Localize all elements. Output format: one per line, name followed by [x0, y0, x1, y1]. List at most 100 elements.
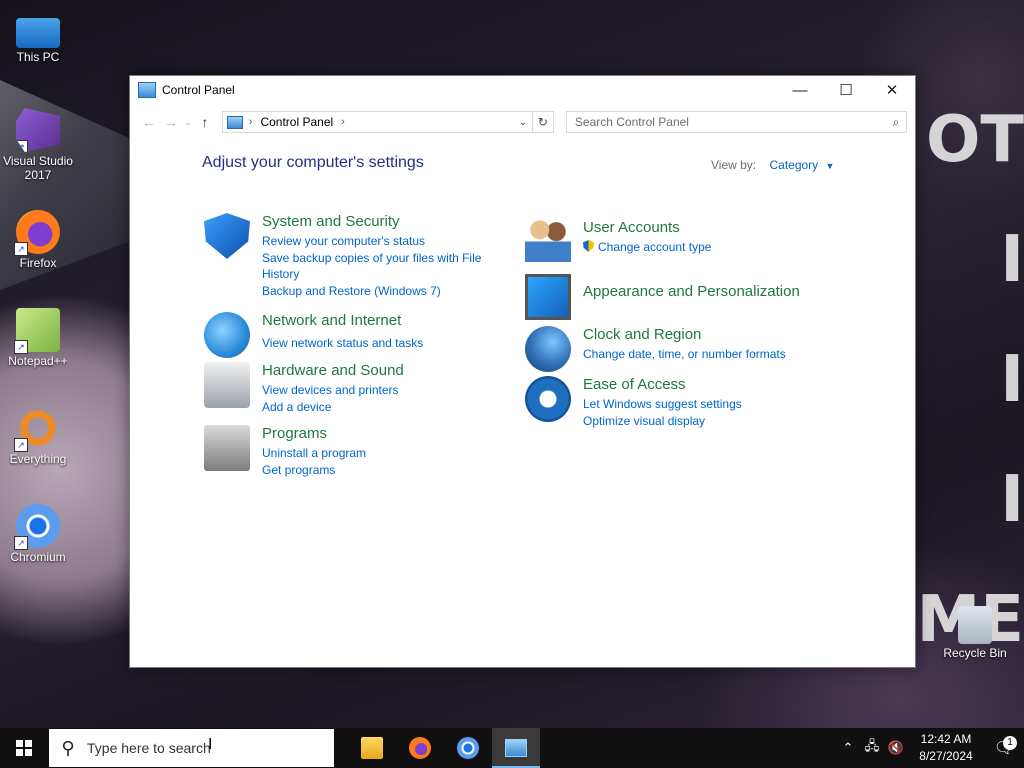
- visual-studio-icon: ↗: [16, 108, 60, 152]
- desktop-icon-label: This PC: [16, 50, 60, 64]
- desktop-icon-notepad-plus-plus[interactable]: ↗ Notepad++: [0, 308, 76, 368]
- system-tray: ⌃ 🖧 🔇 12:42 AM 8/27/2024 🗨 1: [836, 728, 1024, 768]
- category-programs: Programs Uninstall a program Get program…: [204, 425, 366, 478]
- back-arrow-icon[interactable]: ←: [138, 114, 160, 130]
- address-bar[interactable]: › Control Panel › ⌄: [221, 111, 533, 133]
- desktop-icon-firefox[interactable]: ↗ Firefox: [0, 210, 76, 270]
- network-globe-icon[interactable]: [204, 312, 250, 358]
- chromium-icon: ↗: [14, 504, 60, 550]
- forward-arrow-icon[interactable]: →: [160, 114, 182, 130]
- accessibility-icon[interactable]: [525, 376, 571, 422]
- everything-search-icon: ↗: [14, 406, 60, 452]
- breadcrumb-separator[interactable]: ›: [341, 116, 345, 128]
- recycle-bin-icon: [958, 606, 992, 644]
- search-icon[interactable]: ⌕: [886, 115, 906, 130]
- shortcut-arrow-icon: ↗: [14, 242, 28, 256]
- desktop-icon-label: Chromium: [10, 550, 66, 564]
- link-suggest-settings[interactable]: Let Windows suggest settings: [583, 396, 742, 413]
- view-by-dropdown[interactable]: Category: [769, 158, 818, 172]
- control-panel-icon: [138, 82, 156, 98]
- navigation-bar: ← → ⌄ ↑ › Control Panel › ⌄ ↻ ⌕: [130, 104, 915, 140]
- category-title[interactable]: Network and Internet: [262, 312, 423, 330]
- page-title: Adjust your computer's settings: [202, 154, 424, 171]
- taskbar: ⚲ Type here to search ⌃ 🖧 🔇 12:42 AM 8/2…: [0, 728, 1024, 768]
- start-button[interactable]: [0, 728, 48, 768]
- category-title[interactable]: System and Security: [262, 213, 484, 231]
- desktop-icon-recycle-bin[interactable]: Recycle Bin: [937, 606, 1013, 660]
- category-hardware-and-sound: Hardware and Sound View devices and prin…: [204, 362, 404, 415]
- taskbar-app-control-panel[interactable]: [492, 728, 540, 768]
- recent-locations-chevron-icon[interactable]: ⌄: [182, 117, 194, 128]
- desktop-icon-label: Firefox: [19, 256, 57, 270]
- taskbar-app-firefox[interactable]: [396, 728, 444, 768]
- category-title[interactable]: Hardware and Sound: [262, 362, 404, 380]
- desktop-icon-label: Visual Studio 2017: [3, 154, 73, 182]
- taskbar-app-file-explorer[interactable]: [348, 728, 396, 768]
- category-network-and-internet: Network and Internet View network status…: [204, 312, 423, 358]
- category-clock-and-region: Clock and Region Change date, time, or n…: [525, 326, 786, 372]
- link-network-status[interactable]: View network status and tasks: [262, 335, 423, 352]
- view-by-label: View by:: [711, 158, 757, 172]
- maximize-button[interactable]: ☐: [823, 76, 869, 104]
- link-file-history[interactable]: Save backup copies of your files with Fi…: [262, 250, 484, 283]
- chromium-icon: [457, 737, 479, 759]
- text-cursor-icon: I: [208, 736, 213, 753]
- category-title[interactable]: Programs: [262, 425, 366, 443]
- search-input[interactable]: [566, 114, 886, 130]
- desktop-icon-chromium[interactable]: ↗ Chromium: [0, 504, 76, 564]
- category-title[interactable]: Appearance and Personalization: [583, 283, 800, 301]
- desktop-icon-visual-studio[interactable]: ↗ Visual Studio 2017: [0, 108, 76, 182]
- link-get-programs[interactable]: Get programs: [262, 462, 366, 479]
- desktop-icon-everything[interactable]: ↗ Everything: [0, 406, 76, 466]
- category-ease-of-access: Ease of Access Let Windows suggest setti…: [525, 376, 742, 429]
- link-label[interactable]: Change account type: [598, 240, 711, 254]
- users-icon[interactable]: [525, 216, 571, 262]
- notification-center-button[interactable]: 🗨 1: [984, 736, 1024, 758]
- title-bar[interactable]: Control Panel — ☐ ✕: [130, 76, 915, 104]
- shield-icon[interactable]: [204, 213, 250, 259]
- volume-muted-icon[interactable]: 🔇: [884, 740, 908, 756]
- view-by-control: View by: Category ▼: [711, 158, 834, 172]
- category-title[interactable]: Ease of Access: [583, 376, 742, 394]
- breadcrumb-control-panel[interactable]: Control Panel: [260, 115, 333, 129]
- desktop-icon-label: Notepad++: [8, 354, 68, 368]
- link-change-account-type[interactable]: Change account type: [583, 239, 711, 256]
- category-user-accounts: User Accounts Change account type: [525, 216, 711, 262]
- search-box[interactable]: ⌕: [565, 111, 907, 133]
- monitor-palette-icon[interactable]: [525, 274, 571, 320]
- refresh-icon[interactable]: ↻: [532, 111, 554, 133]
- clock[interactable]: 12:42 AM 8/27/2024: [908, 731, 984, 765]
- close-button[interactable]: ✕: [869, 76, 915, 104]
- link-uninstall-program[interactable]: Uninstall a program: [262, 445, 366, 462]
- chevron-down-icon[interactable]: ⌄: [514, 117, 532, 128]
- control-panel-window: Control Panel — ☐ ✕ ← → ⌄ ↑ › Control Pa…: [129, 75, 916, 668]
- notepad-plus-plus-icon: ↗: [14, 308, 60, 354]
- firefox-icon: ↗: [14, 210, 60, 256]
- link-optimize-display[interactable]: Optimize visual display: [583, 413, 742, 430]
- clock-globe-icon[interactable]: [525, 326, 571, 372]
- link-add-device[interactable]: Add a device: [262, 399, 404, 416]
- link-devices-printers[interactable]: View devices and printers: [262, 382, 404, 399]
- link-backup-restore[interactable]: Backup and Restore (Windows 7): [262, 283, 484, 300]
- breadcrumb-separator[interactable]: ›: [249, 116, 253, 128]
- window-title: Control Panel: [162, 83, 235, 97]
- minimize-button[interactable]: —: [777, 76, 823, 104]
- programs-icon[interactable]: [204, 425, 250, 471]
- folder-icon: [361, 737, 383, 759]
- shortcut-arrow-icon: ↗: [14, 438, 28, 452]
- chevron-up-icon[interactable]: ⌃: [836, 740, 860, 756]
- category-title[interactable]: User Accounts: [583, 219, 711, 237]
- control-panel-icon: [505, 739, 527, 757]
- up-arrow-icon[interactable]: ↑: [194, 114, 216, 130]
- clock-date: 8/27/2024: [919, 749, 973, 763]
- category-title[interactable]: Clock and Region: [583, 326, 786, 344]
- network-icon[interactable]: 🖧: [860, 737, 884, 759]
- taskbar-search-placeholder[interactable]: Type here to search: [87, 740, 211, 756]
- link-date-time-formats[interactable]: Change date, time, or number formats: [583, 346, 786, 363]
- desktop-icon-this-pc[interactable]: This PC: [0, 12, 76, 64]
- taskbar-search-box[interactable]: ⚲ Type here to search: [49, 729, 334, 767]
- printer-speaker-icon[interactable]: [204, 362, 250, 408]
- caret-down-icon[interactable]: ▼: [826, 161, 835, 171]
- taskbar-app-chromium[interactable]: [444, 728, 492, 768]
- link-review-status[interactable]: Review your computer's status: [262, 233, 484, 250]
